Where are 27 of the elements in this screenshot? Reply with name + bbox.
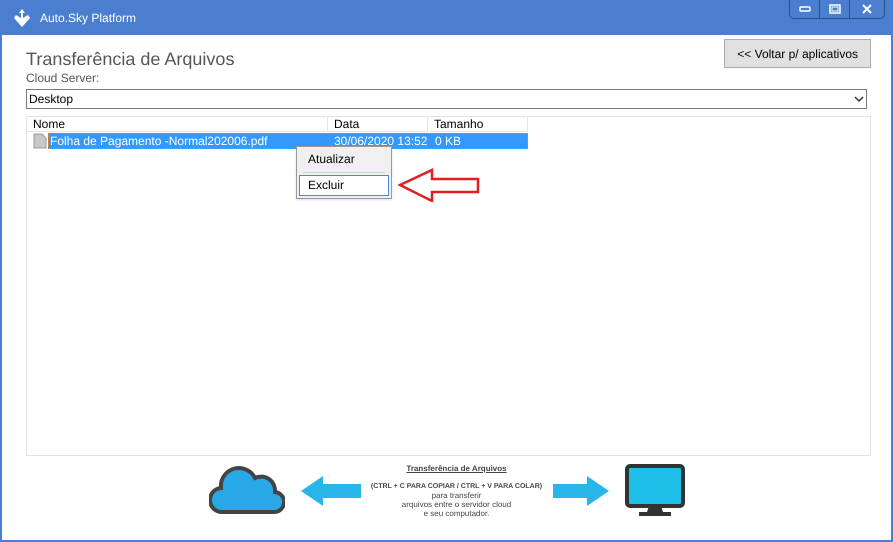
back-button[interactable]: << Voltar p/ aplicativos <box>724 39 871 68</box>
column-header[interactable]: Nome <box>27 117 328 132</box>
banner-text: arquivos entre o servidor cloud <box>402 500 512 509</box>
close-icon <box>862 4 872 14</box>
monitor-icon <box>624 464 684 518</box>
banner-text: e seu computador. <box>424 509 490 518</box>
column-header[interactable]: Tamanho <box>428 117 528 132</box>
menu-item[interactable]: Excluir <box>299 175 389 196</box>
minimize-icon <box>798 6 810 12</box>
window-title: Auto.Sky Platform <box>40 10 136 26</box>
arrow-icon <box>398 168 482 202</box>
server-dropdown[interactable]: Desktop <box>26 89 867 109</box>
chevron-down-icon <box>854 96 864 102</box>
page-title: Transferência de Arquivos <box>26 48 234 71</box>
cloud-icon <box>208 466 284 516</box>
file-size: 0 KB <box>434 132 462 150</box>
column-header[interactable]: Data <box>328 117 428 132</box>
logo-icon <box>12 8 32 28</box>
left-arrow-icon <box>300 476 360 506</box>
field-label: Cloud Server: <box>26 70 100 87</box>
file-date: 30/06/2020 13:52 <box>333 132 428 150</box>
file-name: Folha de Pagamento -Normal202006.pdf <box>49 132 268 150</box>
menu-item[interactable]: Atualizar <box>299 149 389 170</box>
banner-title: Transferência de Arquivos <box>406 464 507 473</box>
right-arrow-icon <box>552 476 608 506</box>
restore-icon <box>828 4 840 14</box>
banner-text: para transferir <box>432 491 482 500</box>
